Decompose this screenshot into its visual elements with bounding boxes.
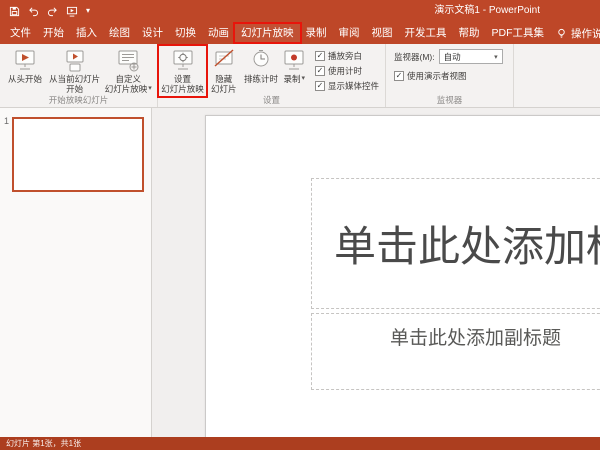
checkbox-show-media-controls-label: 显示媒体控件	[328, 80, 379, 92]
checkbox-play-narrations[interactable]: ✓ 播放旁白	[315, 50, 379, 62]
titlebar: ▾ 演示文稿1 - PowerPoint	[0, 0, 600, 22]
hide-slide-label-2: 幻灯片	[211, 84, 237, 94]
subtitle-placeholder[interactable]: 单击此处添加副标题	[311, 313, 600, 390]
tab-file[interactable]: 文件	[4, 22, 37, 44]
group-label-setup: 设置	[158, 94, 385, 106]
tab-slideshow[interactable]: 幻灯片放映	[235, 22, 300, 44]
record-icon	[281, 48, 307, 73]
ribbon: 从头开始 从当前幻灯片 开始 自定义 幻灯片放映▾ 开始放映幻灯片 设置 幻灯片…	[0, 44, 600, 108]
ribbon-tab-bar: 文件 开始 插入 绘图 设计 切换 动画 幻灯片放映 录制 审阅 视图 开发工具…	[0, 22, 600, 44]
checkbox-checked-icon: ✓	[315, 81, 325, 91]
subtitle-placeholder-text: 单击此处添加副标题	[312, 314, 600, 350]
group-monitors: 监视器(M): 自动 ▾ ✓ 使用演示者视图 监视器	[386, 44, 514, 107]
window-title: 演示文稿1 - PowerPoint	[434, 0, 540, 22]
group-start-slideshow: 从头开始 从当前幻灯片 开始 自定义 幻灯片放映▾ 开始放映幻灯片	[0, 44, 158, 107]
tab-animations[interactable]: 动画	[202, 22, 235, 44]
slide-thumbnail[interactable]	[12, 117, 144, 192]
hide-slide-button[interactable]: 隐藏 幻灯片	[205, 46, 242, 94]
slide-thumbnail-panel: 1	[0, 108, 152, 437]
checkbox-use-presenter-view[interactable]: ✓ 使用演示者视图	[394, 70, 507, 82]
from-current-slide-button[interactable]: 从当前幻灯片 开始	[48, 46, 102, 94]
statusbar: 幻灯片 第1张，共1张	[0, 437, 600, 450]
setup-checkbox-column: ✓ 播放旁白 ✓ 使用计时 ✓ 显示媒体控件	[309, 46, 383, 92]
undo-icon[interactable]	[28, 6, 39, 17]
title-placeholder-text: 单击此处添加标题	[312, 213, 600, 274]
editing-canvas: 单击此处添加标题 单击此处添加副标题	[152, 108, 600, 437]
chevron-down-icon: ▾	[148, 85, 152, 93]
rehearse-timings-label: 排练计时	[244, 74, 278, 84]
monitor-dropdown[interactable]: 自动 ▾	[439, 49, 503, 64]
group-label-start-slideshow: 开始放映幻灯片	[0, 94, 157, 106]
from-beginning-icon	[12, 48, 38, 73]
tab-transitions[interactable]: 切换	[169, 22, 202, 44]
checkbox-show-media-controls[interactable]: ✓ 显示媒体控件	[315, 80, 379, 92]
custom-slideshow-icon	[115, 48, 141, 73]
tab-help[interactable]: 帮助	[453, 22, 486, 44]
tab-slideshow-label: 幻灯片放映	[241, 27, 294, 39]
custom-slideshow-label-2: 幻灯片放映	[105, 84, 148, 94]
setup-slideshow-button[interactable]: 设置 幻灯片放映	[160, 46, 205, 94]
from-current-slide-label-2: 开始	[66, 84, 83, 94]
checkbox-checked-icon: ✓	[394, 71, 404, 81]
tab-record[interactable]: 录制	[300, 22, 333, 44]
chevron-down-icon: ▾	[302, 75, 306, 83]
slide-number: 1	[4, 116, 9, 126]
rehearse-timings-button[interactable]: 排练计时	[242, 46, 279, 84]
slide-indicator: 幻灯片 第1张，共1张	[6, 439, 81, 448]
tell-me-label: 操作说明搜索	[571, 26, 600, 41]
monitor-dropdown-label: 监视器(M):	[394, 51, 435, 63]
slide-canvas: 单击此处添加标题 单击此处添加副标题	[205, 115, 600, 437]
tell-me-search[interactable]: 操作说明搜索	[550, 22, 600, 44]
tab-insert[interactable]: 插入	[70, 22, 103, 44]
monitor-dropdown-value: 自动	[444, 51, 461, 63]
tab-draw[interactable]: 绘图	[103, 22, 136, 44]
customize-quick-access-icon[interactable]: ▾	[86, 7, 90, 15]
tab-developer[interactable]: 开发工具	[399, 22, 453, 44]
record-label: 录制	[284, 74, 301, 84]
tab-pdf-tools[interactable]: PDF工具集	[486, 22, 551, 44]
checkbox-use-timings[interactable]: ✓ 使用计时	[315, 65, 379, 77]
setup-slideshow-icon	[170, 48, 196, 73]
checkbox-checked-icon: ✓	[315, 66, 325, 76]
tab-home[interactable]: 开始	[37, 22, 70, 44]
custom-slideshow-label-1: 自定义	[115, 74, 141, 84]
title-placeholder[interactable]: 单击此处添加标题	[311, 178, 600, 309]
setup-slideshow-label-1: 设置	[174, 74, 191, 84]
from-current-slide-icon	[62, 48, 88, 73]
from-beginning-label: 从头开始	[8, 74, 42, 84]
hide-slide-icon	[211, 48, 237, 73]
setup-slideshow-label-2: 幻灯片放映	[161, 84, 204, 94]
chevron-down-icon: ▾	[494, 53, 498, 61]
record-button[interactable]: 录制▾	[280, 46, 309, 84]
tab-view[interactable]: 视图	[366, 22, 399, 44]
save-icon[interactable]	[9, 6, 20, 17]
start-slideshow-icon[interactable]	[66, 6, 78, 17]
custom-slideshow-button[interactable]: 自定义 幻灯片放映▾	[101, 46, 155, 94]
rehearse-timings-icon	[248, 48, 274, 73]
workspace: 1 单击此处添加标题 单击此处添加副标题	[0, 108, 600, 437]
group-setup: 设置 幻灯片放映 隐藏 幻灯片 排练计时 录制▾ ✓ 播放旁白	[158, 44, 386, 107]
group-label-monitors: 监视器	[386, 94, 513, 106]
lightbulb-icon	[556, 28, 567, 39]
tab-review[interactable]: 审阅	[333, 22, 366, 44]
checkbox-checked-icon: ✓	[315, 51, 325, 61]
redo-icon[interactable]	[47, 6, 58, 17]
quick-access-toolbar: ▾	[0, 6, 90, 17]
from-current-slide-label-1: 从当前幻灯片	[49, 74, 100, 84]
hide-slide-label-1: 隐藏	[215, 74, 232, 84]
checkbox-play-narrations-label: 播放旁白	[328, 50, 362, 62]
checkbox-use-timings-label: 使用计时	[328, 65, 362, 77]
from-beginning-button[interactable]: 从头开始	[2, 46, 48, 84]
checkbox-use-presenter-view-label: 使用演示者视图	[407, 70, 467, 82]
tab-design[interactable]: 设计	[136, 22, 169, 44]
